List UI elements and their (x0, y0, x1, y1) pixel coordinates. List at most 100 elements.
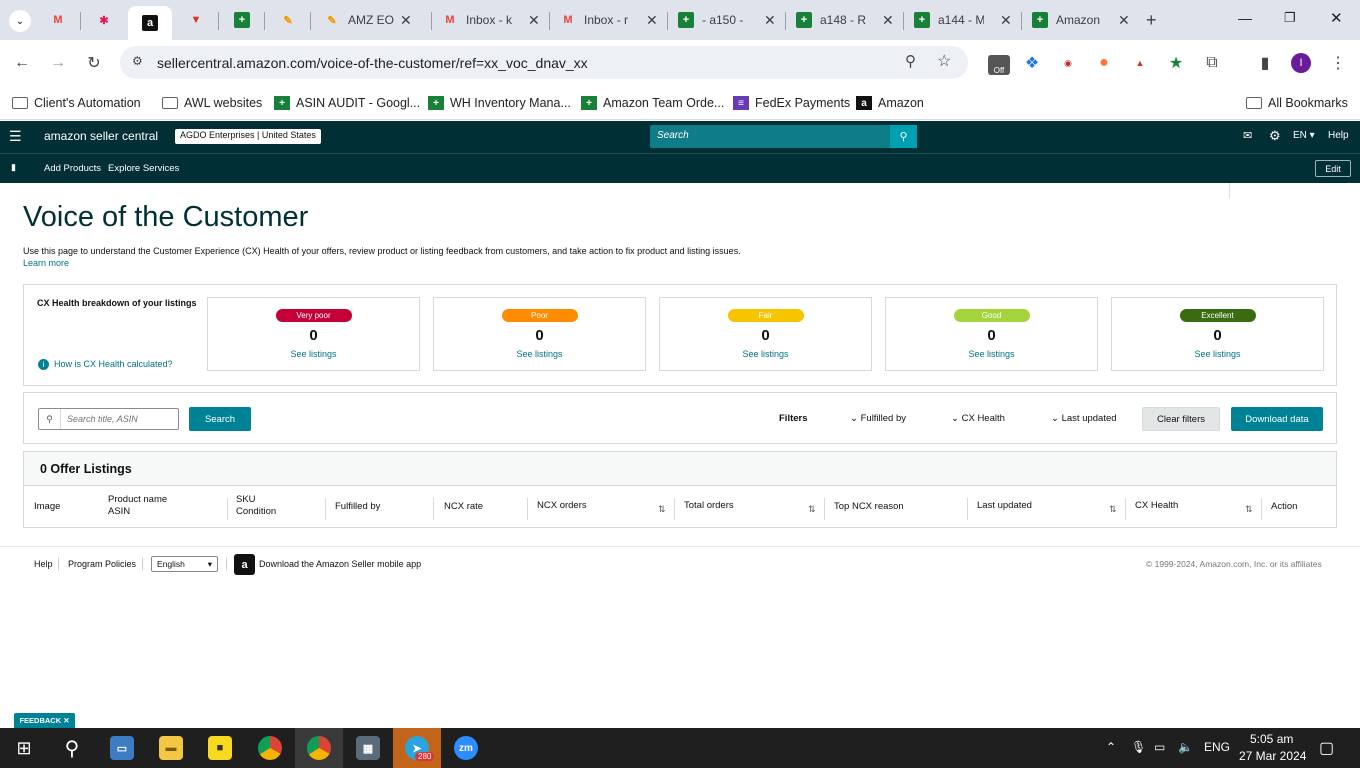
bookmark-item[interactable]: + WH Inventory Mana... (428, 93, 571, 113)
how-calculated-link[interactable]: i How is CX Health calculated? (38, 359, 173, 370)
listing-search-input[interactable]: Search title, ASIN (67, 414, 138, 424)
bookmark-item[interactable]: + Amazon Team Orde... (581, 93, 724, 113)
bookmark-item[interactable]: Client's Automation (12, 93, 141, 113)
taskbar-app-active[interactable] (295, 728, 343, 768)
notifications-icon[interactable]: ▢ (1319, 738, 1334, 758)
extension-blue-icon[interactable]: ❖ (1022, 53, 1042, 73)
search-icon[interactable]: ⚲ (890, 125, 917, 148)
address-bar[interactable]: ⚙ sellercentral.amazon.com/voice-of-the-… (120, 46, 968, 79)
close-icon[interactable]: ✕ (400, 12, 412, 29)
forward-icon[interactable]: → (48, 53, 68, 73)
global-search-input[interactable]: Search (657, 130, 689, 141)
close-icon[interactable]: ✕ (528, 12, 540, 29)
seller-central-logo[interactable]: amazon seller central (44, 129, 158, 143)
close-icon[interactable]: ✕ (764, 12, 776, 29)
back-icon[interactable]: ← (12, 53, 32, 73)
window-close-button[interactable]: ✕ (1330, 9, 1343, 27)
seller-app-icon[interactable]: a (234, 554, 255, 575)
footer-policies-link[interactable]: Program Policies (68, 559, 136, 569)
browser-tab[interactable]: ✎ (280, 4, 304, 36)
bookmark-item[interactable]: + ASIN AUDIT - Googl... (274, 93, 420, 113)
profile-avatar[interactable]: I (1291, 53, 1311, 73)
side-panel-icon[interactable]: ▮ (1255, 53, 1275, 73)
footer-language-select[interactable]: English ▾ (151, 556, 218, 572)
clear-filters-button[interactable]: Clear filters (1142, 407, 1220, 431)
listing-search-box[interactable]: ⚲ Search title, ASIN (38, 408, 179, 430)
global-search[interactable]: Search ⚲ (650, 125, 917, 148)
sort-icon[interactable]: ⇅ (1245, 504, 1253, 515)
taskbar-app[interactable] (246, 728, 294, 768)
close-icon[interactable]: ✕ (1000, 12, 1012, 29)
all-bookmarks[interactable]: All Bookmarks (1246, 93, 1348, 113)
col-cx-health[interactable]: CX Health (1135, 500, 1178, 512)
browser-tab[interactable]: M Inbox - k ✕ (442, 4, 540, 36)
browser-tab[interactable]: + a148 - R ✕ (796, 4, 894, 36)
nav-explore-services[interactable]: Explore Services (108, 163, 179, 174)
alert-extension-icon[interactable]: ▲ (1130, 53, 1150, 73)
clock-time[interactable]: 5:05 am (1250, 732, 1293, 746)
sort-icon[interactable]: ⇅ (658, 504, 666, 515)
extension-red-icon[interactable]: ◉ (1058, 53, 1078, 73)
restore-button[interactable]: ❐ (1284, 10, 1296, 26)
download-data-button[interactable]: Download data (1231, 407, 1323, 431)
close-icon[interactable]: ✕ (646, 12, 658, 29)
start-button[interactable]: ⊞ (0, 728, 48, 768)
volume-icon[interactable]: 🔈 (1178, 740, 1193, 754)
hamburger-menu-icon[interactable]: ☰ (9, 128, 22, 145)
clock-date[interactable]: 27 Mar 2024 (1239, 749, 1306, 763)
menu-kebab-icon[interactable]: ⋮ (1328, 53, 1348, 73)
nav-add-products[interactable]: Add Products (44, 163, 101, 174)
bookmark-item[interactable]: AWL websites (162, 93, 262, 113)
browser-tab[interactable]: + (234, 4, 258, 36)
see-listings-link[interactable]: See listings (1112, 349, 1323, 359)
help-link[interactable]: Help (1328, 130, 1349, 141)
taskbar-app[interactable]: ▭ (98, 728, 146, 768)
firefox-extension-icon[interactable]: ● (1094, 53, 1114, 73)
footer-help-link[interactable]: Help (34, 559, 53, 569)
taskbar-app[interactable]: ▬ (147, 728, 195, 768)
input-language[interactable]: ENG (1204, 740, 1230, 754)
tab-search-icon[interactable]: ⌄ (9, 10, 31, 32)
site-info-icon[interactable]: ⚙ (132, 54, 143, 68)
browser-tab[interactable]: + a144 - M ✕ (914, 4, 1012, 36)
microphone-icon[interactable]: 🎙 (1131, 740, 1146, 754)
filter-cx-health[interactable]: ⌄ CX Health (951, 413, 1005, 424)
tray-expand-icon[interactable]: ⌃ (1106, 740, 1116, 754)
extension-off-icon[interactable]: Off (988, 55, 1010, 75)
gear-icon[interactable]: ⚙ (1269, 128, 1281, 144)
minimize-button[interactable]: — (1238, 10, 1252, 26)
sort-icon[interactable]: ⇅ (808, 504, 816, 515)
close-icon[interactable]: ✕ (1118, 12, 1130, 29)
browser-tab[interactable]: + - a150 - ✕ (678, 4, 776, 36)
bookmark-item[interactable]: a Amazon (856, 93, 924, 113)
col-last-updated[interactable]: Last updated (977, 500, 1032, 512)
new-tab-button[interactable]: + (1146, 10, 1157, 31)
see-listings-link[interactable]: See listings (660, 349, 871, 359)
zoom-icon[interactable]: ⚲ (905, 52, 916, 70)
browser-tab[interactable]: + Amazon ✕ (1032, 4, 1130, 36)
taskbar-app[interactable]: ▦ (344, 728, 392, 768)
search-button[interactable]: Search (189, 407, 251, 431)
close-icon[interactable]: ✕ (63, 716, 69, 725)
taskbar-app[interactable]: ➤ 280 (393, 728, 441, 768)
col-ncx-orders[interactable]: NCX orders (537, 500, 587, 512)
browser-tab-active[interactable]: a (128, 6, 172, 40)
bookmark-star-icon[interactable]: ☆ (937, 51, 951, 71)
mail-icon[interactable]: ✉ (1243, 129, 1252, 142)
browser-tab[interactable]: ▼ (188, 4, 212, 36)
browser-tab[interactable]: ✎ AMZ EOD ✕ (324, 4, 412, 36)
download-app-link[interactable]: Download the Amazon Seller mobile app (259, 559, 421, 569)
see-listings-link[interactable]: See listings (208, 349, 419, 359)
learn-more-link[interactable]: Learn more (23, 258, 69, 268)
extensions-puzzle-icon[interactable]: ⧉ (1202, 53, 1222, 73)
edit-nav-button[interactable]: Edit (1315, 160, 1351, 177)
reload-icon[interactable]: ↻ (84, 53, 104, 73)
feedback-tab[interactable]: FEEDBACK ✕ (14, 713, 75, 728)
filter-fulfilled-by[interactable]: ⌄ Fulfilled by (850, 413, 906, 424)
filter-last-updated[interactable]: ⌄ Last updated (1051, 413, 1117, 424)
account-switcher[interactable]: AGDO Enterprises | United States (175, 129, 321, 144)
browser-tab[interactable]: M Inbox - r ✕ (560, 4, 658, 36)
see-listings-link[interactable]: See listings (886, 349, 1097, 359)
col-total-orders[interactable]: Total orders (684, 500, 734, 512)
see-listings-link[interactable]: See listings (434, 349, 645, 359)
